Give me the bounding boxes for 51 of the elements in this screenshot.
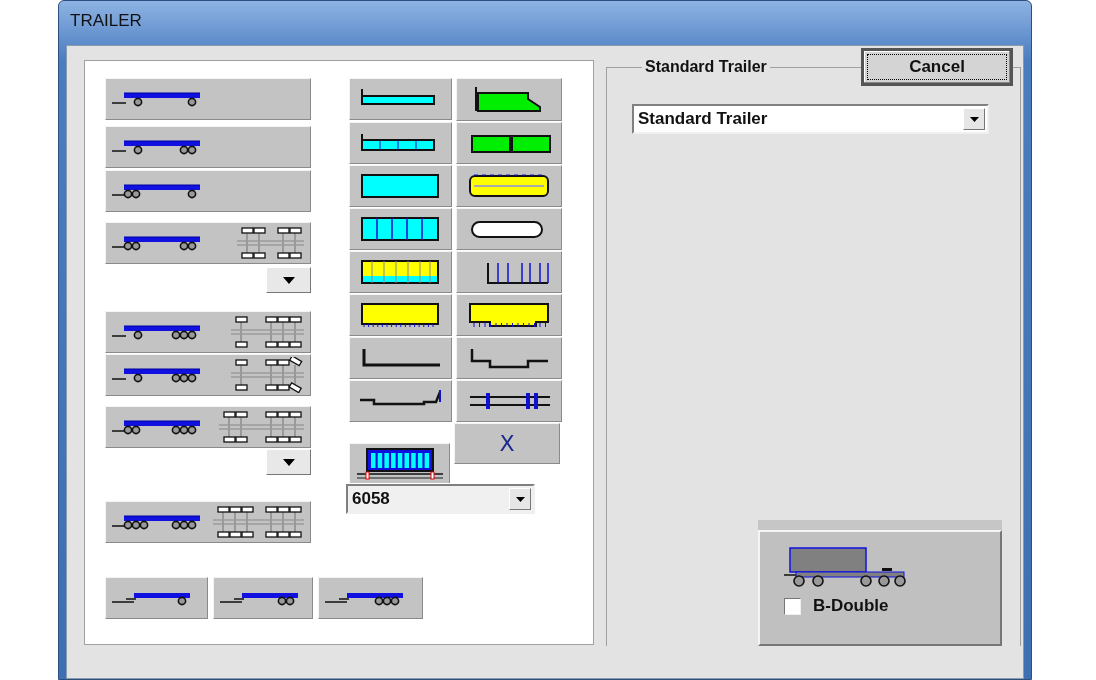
- semi-trailer-button[interactable]: [318, 577, 423, 619]
- trailer-layout-button[interactable]: [105, 501, 311, 543]
- semi-trailer-icon: [220, 590, 300, 606]
- box-body-icon: [356, 446, 443, 481]
- trailer-layout-button[interactable]: [105, 222, 311, 264]
- body-type-button[interactable]: [456, 337, 562, 379]
- trailer-layout-button[interactable]: [105, 78, 311, 120]
- body-type-button[interactable]: [456, 294, 562, 336]
- body-type-button[interactable]: [349, 122, 452, 164]
- body-type-button[interactable]: [349, 380, 452, 422]
- body-type-button[interactable]: [349, 294, 452, 336]
- semi-trailer-button[interactable]: [105, 577, 208, 619]
- semi-trailer-button[interactable]: [213, 577, 313, 619]
- body-type-button[interactable]: [349, 337, 452, 379]
- dropdown-button[interactable]: [509, 488, 531, 510]
- cancel-button[interactable]: Cancel: [861, 48, 1013, 86]
- trailer-layout-button[interactable]: [105, 311, 311, 353]
- body-type-button[interactable]: [456, 251, 562, 293]
- caret-icon: [282, 276, 295, 284]
- axle-layout-drawing: [237, 225, 304, 261]
- clear-button[interactable]: X: [454, 423, 560, 464]
- trailer-type-select[interactable]: Standard Trailer: [632, 104, 989, 134]
- body-type-button[interactable]: [456, 122, 562, 164]
- body-type-button[interactable]: [349, 78, 452, 120]
- trailer-layout-button[interactable]: [105, 354, 311, 396]
- body-select[interactable]: 6058: [346, 484, 535, 514]
- body-type-button[interactable]: [349, 165, 452, 207]
- body-type-button[interactable]: [349, 251, 452, 293]
- caret-icon: [515, 496, 525, 502]
- group-label: Standard Trailer: [644, 58, 768, 76]
- dropdown-button[interactable]: [266, 267, 311, 293]
- body-type-icon: [466, 300, 552, 330]
- window-title: TRAILER: [70, 11, 142, 31]
- dropdown-button[interactable]: [963, 108, 985, 130]
- semi-trailer-icon: [112, 590, 192, 606]
- selected-body-button[interactable]: [349, 443, 450, 483]
- body-type-button[interactable]: [456, 208, 562, 250]
- body-type-button[interactable]: [456, 380, 562, 422]
- dropdown-button[interactable]: [266, 449, 311, 475]
- checkbox-label: B-Double: [813, 596, 889, 616]
- caret-icon: [969, 116, 979, 122]
- checkbox[interactable]: [784, 597, 801, 615]
- b-double-truck-icon: [784, 546, 906, 590]
- trailer-layout-button[interactable]: [105, 170, 311, 212]
- body-type-button[interactable]: [349, 208, 452, 250]
- caret-icon: [282, 458, 295, 466]
- body-type-button[interactable]: [456, 165, 562, 207]
- trailer-layout-button[interactable]: [105, 406, 311, 448]
- semi-trailer-icon: [325, 590, 405, 606]
- body-type-button[interactable]: [456, 78, 562, 121]
- trailer-layout-button[interactable]: [105, 126, 311, 168]
